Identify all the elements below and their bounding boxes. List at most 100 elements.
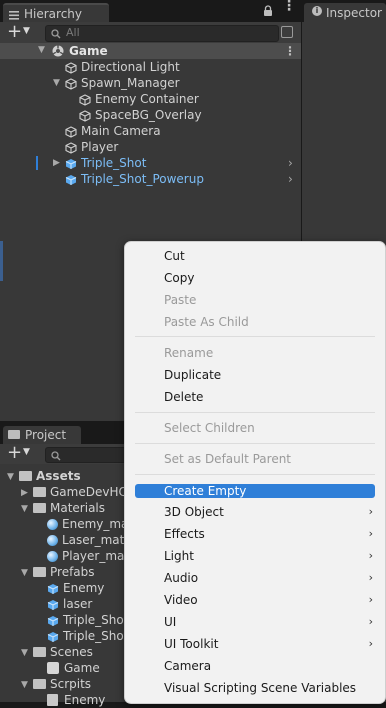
project-folder[interactable]: Scenes xyxy=(33,644,93,660)
project-asset[interactable]: Enemy_mat xyxy=(47,516,133,532)
gameobject-cube-icon xyxy=(79,93,91,106)
item-label: Player_mat xyxy=(62,549,130,563)
gameobject-cube-icon xyxy=(65,61,77,74)
filter-icon[interactable] xyxy=(281,26,293,38)
info-icon: i xyxy=(312,6,322,16)
expand-arrow-icon[interactable]: ▼ xyxy=(21,504,28,514)
project-asset[interactable]: Enemy xyxy=(47,580,104,596)
menu-item-cut[interactable]: Cut xyxy=(164,249,185,263)
hierarchy-item[interactable]: Main Camera xyxy=(65,123,161,139)
project-asset[interactable]: Enemy xyxy=(47,692,105,708)
chevron-down-icon[interactable]: ▼ xyxy=(23,26,30,36)
item-label: Directional Light xyxy=(81,60,180,74)
project-folder[interactable]: Scrpits xyxy=(33,676,91,692)
menu-item-ui[interactable]: UI xyxy=(164,615,176,629)
expand-arrow-icon[interactable]: ▼ xyxy=(38,45,45,55)
item-label: Scenes xyxy=(50,645,93,659)
scene-row[interactable]: ▼ Game ⋮ xyxy=(0,43,301,59)
hierarchy-tabbar: Hierarchy ⋮ xyxy=(0,0,301,22)
project-asset[interactable]: Game xyxy=(47,660,100,676)
chevron-right-icon: › xyxy=(368,549,373,562)
hierarchy-item[interactable]: SpaceBG_Overlay xyxy=(79,107,202,123)
item-label: Triple_Shot xyxy=(81,156,147,170)
script-icon xyxy=(47,694,58,706)
project-folder[interactable]: Materials xyxy=(33,500,105,516)
hierarchy-tab-label: Hierarchy xyxy=(24,7,83,21)
project-asset[interactable]: Player_mat xyxy=(47,548,129,564)
item-label: Enemy xyxy=(63,581,105,595)
prefab-cube-icon xyxy=(47,583,59,594)
folder-icon xyxy=(19,470,32,481)
add-button[interactable]: + xyxy=(7,442,22,463)
menu-item-rename[interactable]: Rename xyxy=(164,346,213,360)
chevron-right-icon: › xyxy=(368,615,373,628)
gameobject-cube-icon xyxy=(65,77,77,90)
menu-item-effects[interactable]: Effects xyxy=(164,527,205,541)
unity-scene-icon xyxy=(47,662,59,674)
hierarchy-item-prefab[interactable]: Triple_Shot_Powerup xyxy=(65,171,204,187)
expand-arrow-icon[interactable]: ▼ xyxy=(21,648,28,658)
material-sphere-icon xyxy=(47,519,58,530)
add-button[interactable]: + xyxy=(7,21,22,42)
expand-arrow-icon[interactable]: ▼ xyxy=(21,680,28,690)
menu-item-camera[interactable]: Camera xyxy=(164,659,211,673)
menu-item-audio[interactable]: Audio xyxy=(164,571,198,585)
item-label: Enemy Container xyxy=(95,92,199,106)
material-sphere-icon xyxy=(47,535,58,546)
project-asset[interactable]: Triple_Shot xyxy=(47,628,128,644)
menu-item-ui-toolkit[interactable]: UI Toolkit xyxy=(164,637,218,651)
project-folder-assets[interactable]: Assets xyxy=(19,468,81,484)
project-asset[interactable]: laser xyxy=(47,596,92,612)
item-label: Spawn_Manager xyxy=(81,76,180,90)
chevron-right-icon[interactable]: › xyxy=(288,156,293,170)
hierarchy-item[interactable]: Spawn_Manager xyxy=(65,75,180,91)
search-placeholder: All xyxy=(66,26,80,39)
hierarchy-item-prefab[interactable]: Triple_Shot xyxy=(65,155,146,171)
menu-item-delete[interactable]: Delete xyxy=(164,390,203,404)
kebab-menu-icon[interactable]: ⋮ xyxy=(282,0,296,13)
menu-item-light[interactable]: Light xyxy=(164,549,194,563)
menu-item-3d-object[interactable]: 3D Object xyxy=(164,505,224,519)
item-label: Enemy_mat xyxy=(62,517,134,531)
scene-menu-icon[interactable]: ⋮ xyxy=(284,43,296,59)
menu-item-paste[interactable]: Paste xyxy=(164,293,196,307)
project-folder[interactable]: GameDevHQ xyxy=(33,484,128,500)
item-label: Scrpits xyxy=(50,677,92,691)
item-label: Triple_Shot xyxy=(63,613,129,627)
gameobject-cube-icon xyxy=(79,109,91,122)
prefab-cube-icon xyxy=(47,599,59,610)
menu-item-visual-scripting-scene-variables[interactable]: Visual Scripting Scene Variables xyxy=(164,681,356,695)
chevron-down-icon[interactable]: ▼ xyxy=(23,447,30,457)
tab-hierarchy[interactable]: Hierarchy xyxy=(3,3,109,22)
hierarchy-item[interactable]: Directional Light xyxy=(65,59,180,75)
menu-item-set-default-parent[interactable]: Set as Default Parent xyxy=(164,452,291,466)
menu-separator xyxy=(135,443,375,444)
menu-item-paste-as-child[interactable]: Paste As Child xyxy=(164,315,249,329)
expand-arrow-icon[interactable]: ▼ xyxy=(7,472,14,482)
prefab-cube-icon xyxy=(65,158,77,169)
expand-arrow-icon[interactable]: ▼ xyxy=(21,568,28,578)
expand-arrow-icon[interactable]: ▶ xyxy=(21,488,28,498)
project-asset[interactable]: Triple_Shot xyxy=(47,612,128,628)
menu-separator xyxy=(135,412,375,413)
item-label: Player xyxy=(81,140,119,154)
search-input[interactable]: All xyxy=(45,25,279,42)
menu-item-select-children[interactable]: Select Children xyxy=(164,421,255,435)
expand-arrow-icon[interactable]: ▶ xyxy=(53,158,60,168)
menu-item-duplicate[interactable]: Duplicate xyxy=(164,368,221,382)
lock-icon[interactable] xyxy=(263,5,273,20)
menu-item-video[interactable]: Video xyxy=(164,593,198,607)
menu-item-copy[interactable]: Copy xyxy=(164,271,194,285)
project-asset[interactable]: Laser_mat xyxy=(47,532,124,548)
chevron-right-icon[interactable]: › xyxy=(288,172,293,186)
folder-icon xyxy=(33,486,46,497)
hierarchy-item[interactable]: Player xyxy=(65,139,118,155)
menu-item-create-empty[interactable]: Create Empty xyxy=(164,484,246,498)
scene-view-edge xyxy=(0,241,3,281)
project-folder[interactable]: Prefabs xyxy=(33,564,95,580)
hierarchy-item[interactable]: Enemy Container xyxy=(79,91,199,107)
tab-inspector[interactable]: i Inspector xyxy=(304,3,386,22)
folder-icon xyxy=(33,678,46,689)
expand-arrow-icon[interactable]: ▼ xyxy=(53,78,60,88)
item-label: laser xyxy=(63,597,93,611)
